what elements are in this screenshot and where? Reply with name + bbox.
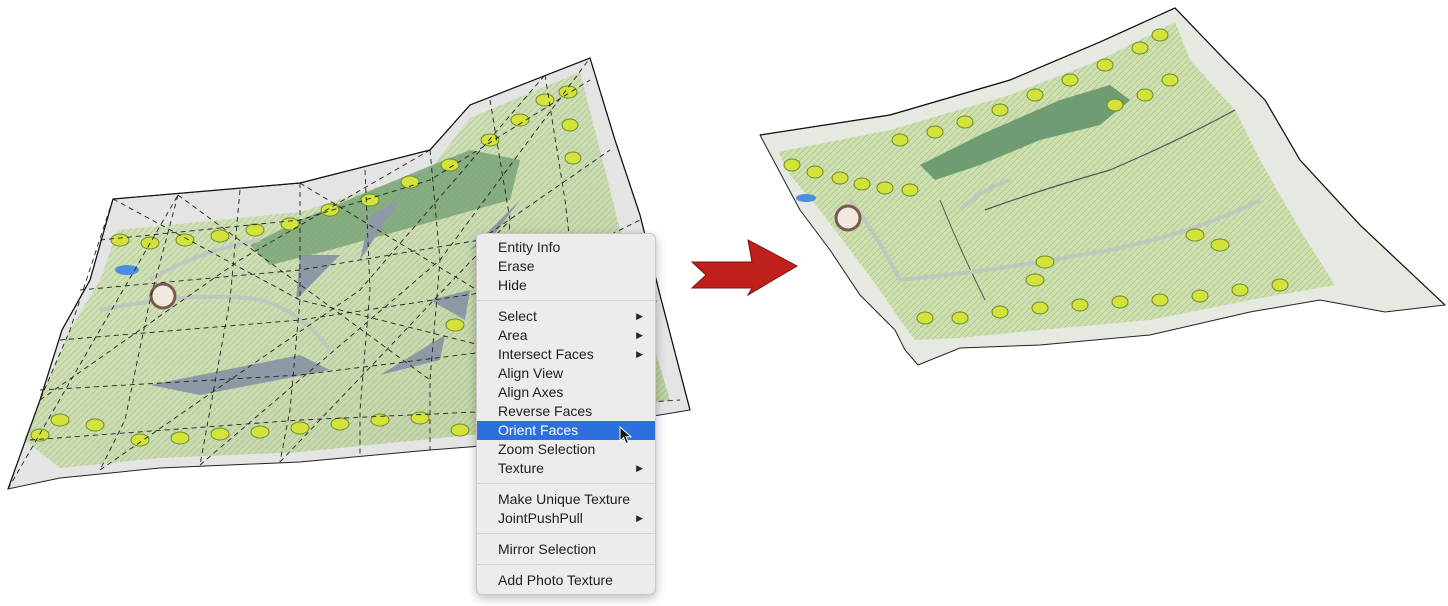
menu-item-label: JointPushPull	[498, 510, 583, 526]
sketchup-viewport[interactable]	[0, 0, 1448, 606]
menu-separator	[477, 300, 655, 301]
menu-item-reverse-faces[interactable]: Reverse Faces	[477, 402, 655, 421]
menu-item-label: Align View	[498, 365, 564, 381]
menu-separator	[477, 564, 655, 565]
submenu-arrow-icon: ▶	[636, 349, 643, 359]
menu-item-texture[interactable]: Texture ▶	[477, 459, 655, 478]
menu-item-label: Align Axes	[498, 384, 564, 400]
menu-item-intersect-faces[interactable]: Intersect Faces ▶	[477, 345, 655, 364]
menu-item-label: Orient Faces	[498, 422, 579, 438]
menu-item-label: Area	[498, 327, 528, 343]
menu-item-label: Make Unique Texture	[498, 491, 631, 507]
context-menu[interactable]: Entity Info Erase Hide Select ▶ Area ▶ Intersec…	[476, 233, 656, 595]
mouse-cursor-icon	[619, 426, 633, 445]
menu-item-align-view[interactable]: Align View	[477, 364, 655, 383]
menu-item-label: Texture	[498, 460, 544, 476]
submenu-arrow-icon: ▶	[636, 513, 643, 523]
menu-item-select[interactable]: Select ▶	[477, 307, 655, 326]
submenu-arrow-icon: ▶	[636, 330, 643, 340]
menu-item-align-axes[interactable]: Align Axes	[477, 383, 655, 402]
menu-separator	[477, 533, 655, 534]
submenu-arrow-icon: ▶	[636, 311, 643, 321]
menu-item-add-photo-texture[interactable]: Add Photo Texture	[477, 571, 655, 590]
menu-separator	[477, 483, 655, 484]
menu-item-label: Mirror Selection	[498, 541, 597, 557]
menu-item-erase[interactable]: Erase	[477, 257, 655, 276]
menu-item-area[interactable]: Area ▶	[477, 326, 655, 345]
menu-item-label: Entity Info	[498, 239, 561, 255]
menu-item-label: Erase	[498, 258, 535, 274]
menu-item-label: Add Photo Texture	[498, 572, 613, 588]
menu-item-label: Intersect Faces	[498, 346, 594, 362]
submenu-arrow-icon: ▶	[636, 463, 643, 473]
transform-arrow-icon	[690, 239, 799, 297]
menu-item-make-unique-texture[interactable]: Make Unique Texture	[477, 490, 655, 509]
menu-item-jointpushpull[interactable]: JointPushPull ▶	[477, 509, 655, 528]
terrain-model-right[interactable]	[759, 7, 1447, 366]
menu-item-label: Hide	[498, 277, 527, 293]
menu-item-entity-info[interactable]: Entity Info	[477, 238, 655, 257]
menu-item-label: Reverse Faces	[498, 403, 593, 419]
menu-item-mirror-selection[interactable]: Mirror Selection	[477, 540, 655, 559]
menu-item-label: Zoom Selection	[498, 441, 596, 457]
menu-item-hide[interactable]: Hide	[477, 276, 655, 295]
menu-item-label: Select	[498, 308, 537, 324]
